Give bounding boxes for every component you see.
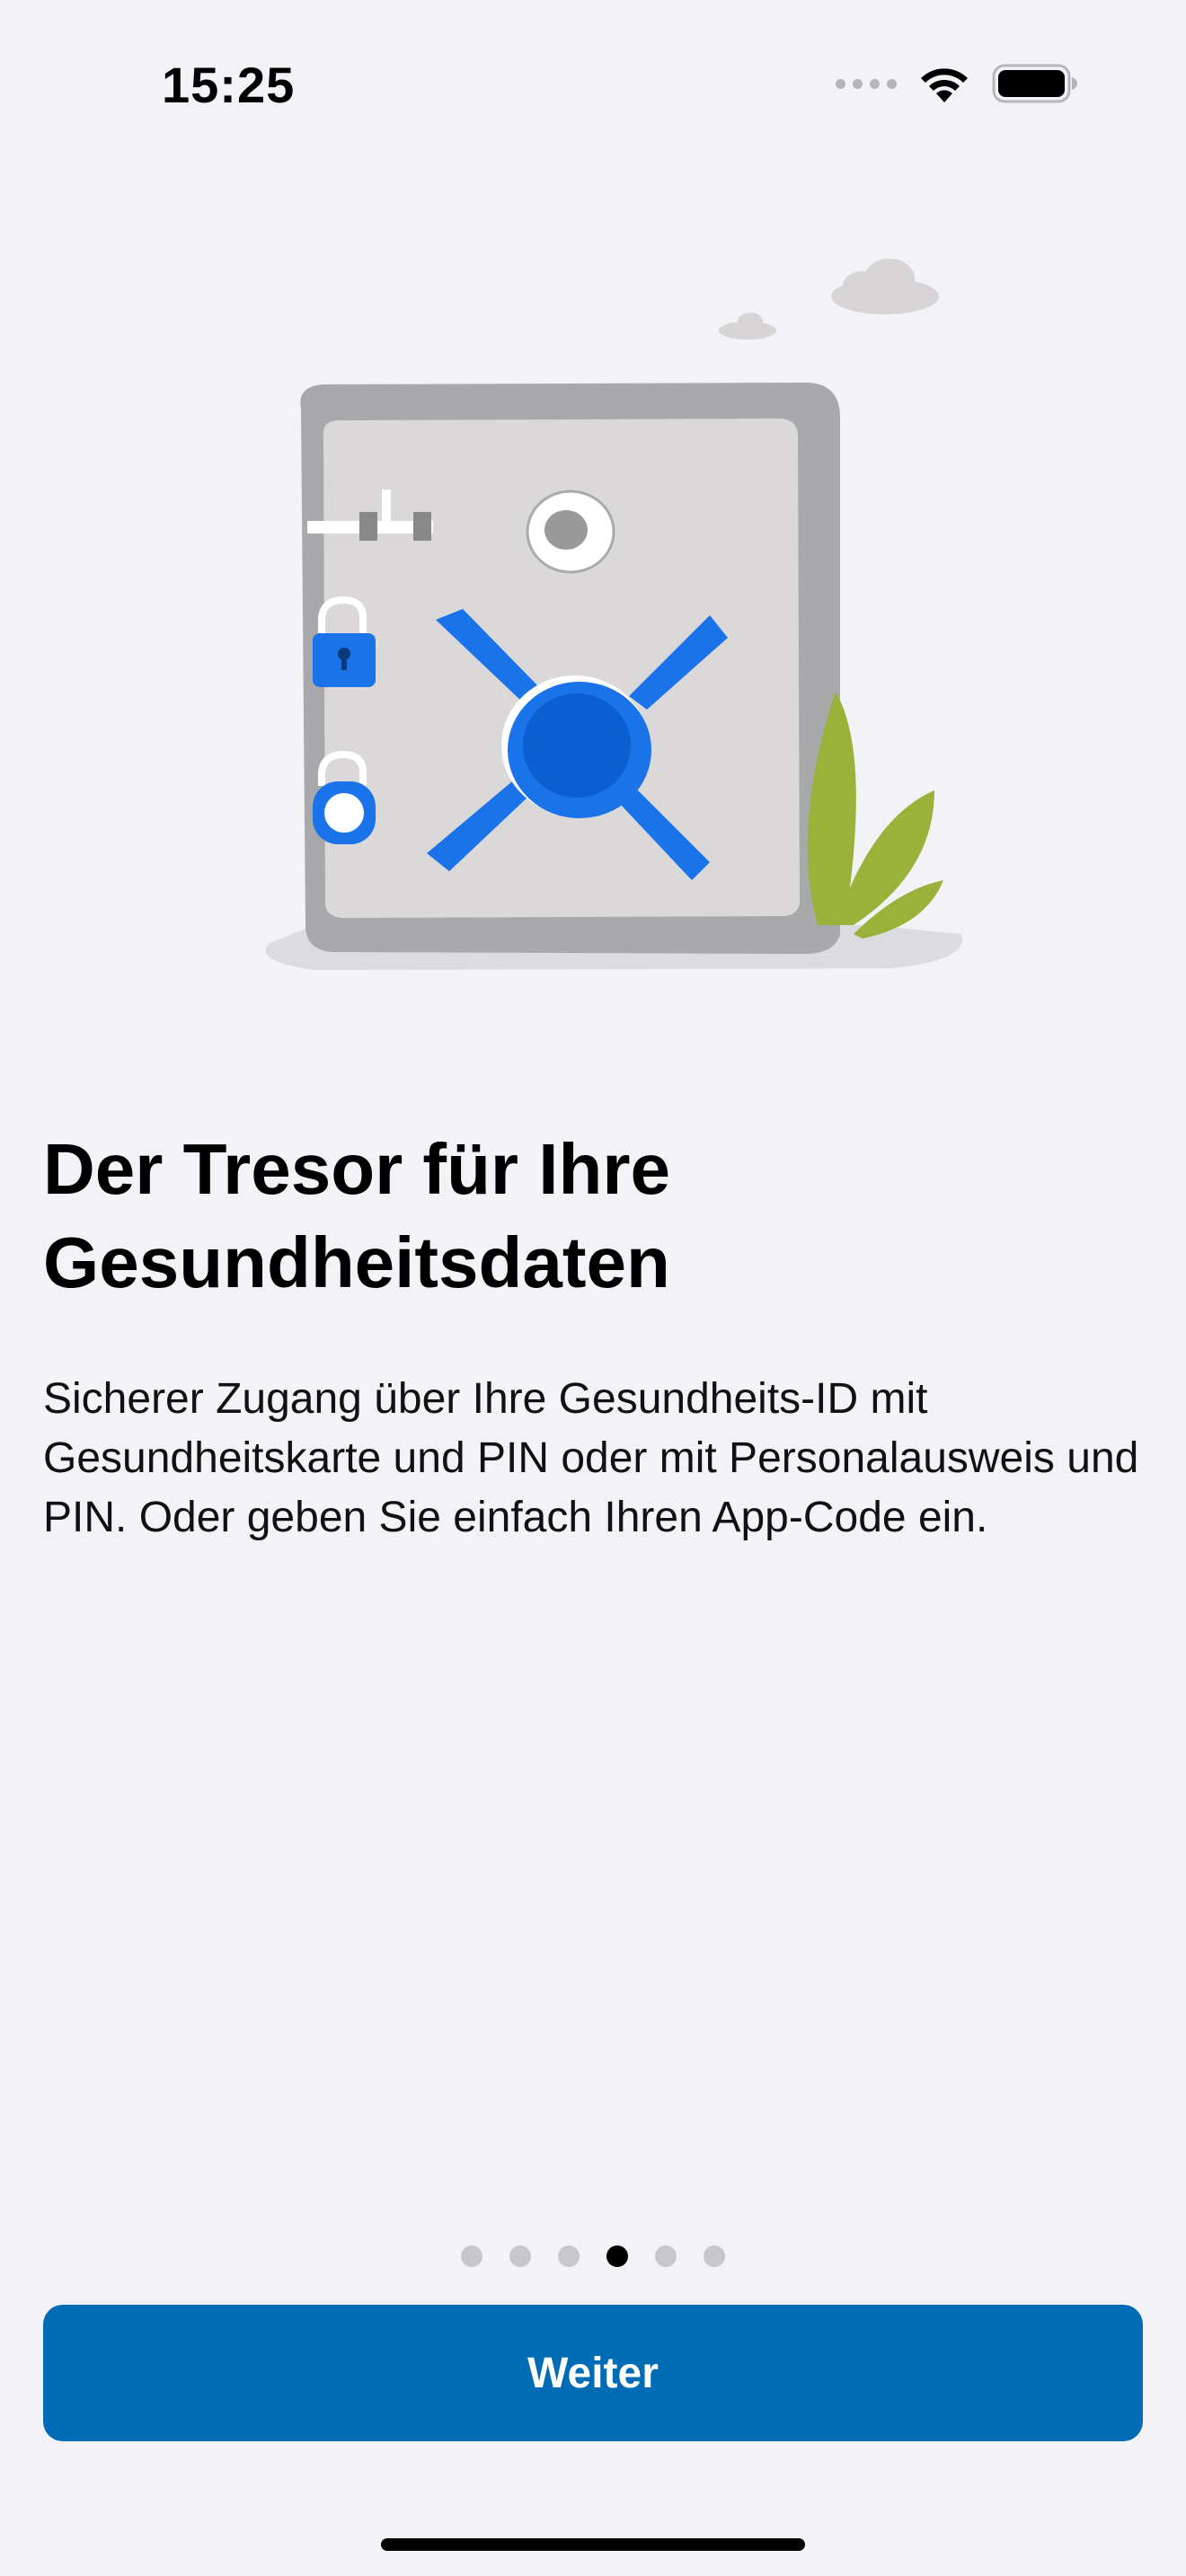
cellular-signal-icon [836, 78, 897, 89]
page-dot[interactable] [509, 2245, 531, 2267]
page-dot[interactable] [655, 2245, 677, 2267]
battery-icon [992, 64, 1077, 103]
page-dot[interactable] [704, 2245, 725, 2267]
plant-icon [807, 692, 943, 939]
status-time: 15:25 [162, 57, 296, 113]
page-dot-active[interactable] [606, 2245, 628, 2267]
dial-icon [526, 490, 615, 574]
page-dot[interactable] [461, 2245, 482, 2267]
status-bar: 15:25 [0, 0, 1186, 171]
onboarding-screen: 15:25 Der Tresor für Ihre Gesundheitsdat… [0, 0, 1186, 2576]
page-indicator [0, 2245, 1186, 2267]
wifi-icon [921, 68, 968, 102]
page-dot[interactable] [558, 2245, 580, 2267]
description-text: Sicherer Zugang über Ihre Gesundheits-ID… [43, 1375, 1139, 1541]
vault-illustration [265, 259, 962, 970]
home-indicator[interactable] [381, 2538, 805, 2551]
next-button[interactable]: Weiter [43, 2305, 1143, 2441]
status-icons [836, 63, 1078, 104]
page-title: Der Tresor für Ihre Gesundheitsdaten [43, 1129, 671, 1302]
cloud-icon [719, 259, 939, 340]
